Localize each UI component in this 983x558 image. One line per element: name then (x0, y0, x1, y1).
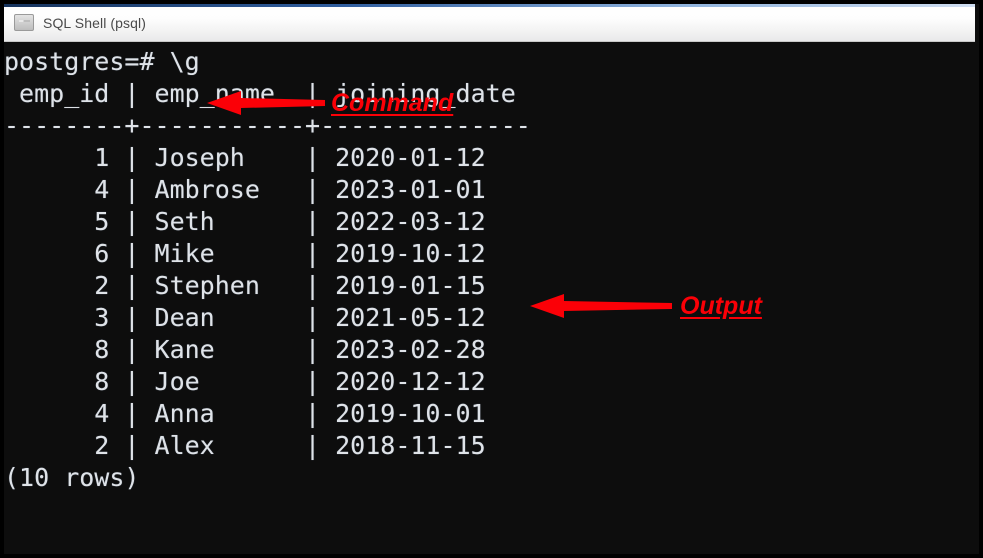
arrow-left-icon-output (530, 293, 672, 319)
window-title-bar[interactable]: SQL Shell (psql) (4, 4, 975, 42)
sql-shell-window: SQL Shell (psql) postgres=# \g emp_id | … (0, 0, 983, 558)
arrow-left-icon-command (207, 90, 325, 116)
console-icon (14, 14, 34, 31)
annotation-output-label: Output (680, 291, 762, 320)
annotation-output: Output (530, 293, 762, 319)
annotation-command-label: Command (331, 88, 454, 117)
terminal-screen[interactable]: postgres=# \g emp_id | emp_name | joinin… (4, 42, 979, 554)
window-title: SQL Shell (psql) (43, 14, 147, 31)
annotation-command: Command (207, 90, 453, 116)
